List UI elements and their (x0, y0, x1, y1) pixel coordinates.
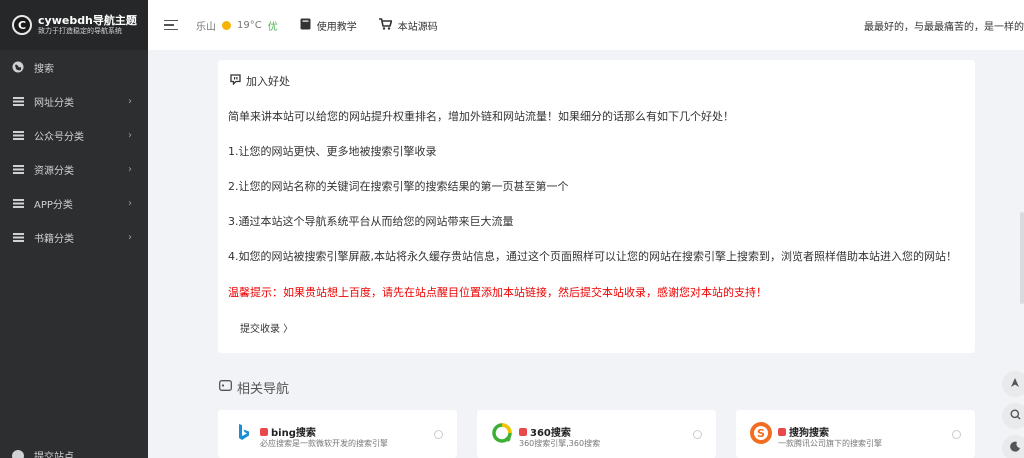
site-name: bing搜索 (260, 424, 316, 439)
sidebar-nav: 搜索 网址分类 › 公众号分类 › 资源分类 › APP分类 › 书籍分类 › (0, 50, 148, 254)
sidebar-item-books[interactable]: 书籍分类 › (0, 220, 148, 254)
sidebar: C cywebdh导航主题 致力于打造稳定的导航系统 搜索 网址分类 › 公众号… (0, 0, 148, 458)
sogou-logo-icon: S (750, 422, 772, 444)
top-header: 乐山 19°C 优 使用教学 本站源码 最最好的，与最最痛苦的，是一样的 (148, 0, 1024, 50)
weather-temp: 19°C (237, 19, 262, 31)
chevron-right-icon: › (128, 197, 132, 209)
menu-bars-icon (12, 231, 24, 243)
svg-text:S: S (757, 427, 765, 440)
sun-icon (222, 20, 231, 30)
site-card-360[interactable]: 360搜索 360搜索引擎,360搜索 (477, 410, 716, 458)
hot-tag-icon (519, 427, 527, 436)
info-icon[interactable] (434, 430, 443, 439)
scroll-indicator[interactable] (1020, 212, 1024, 304)
sidebar-item-label: 提交站点 (34, 452, 74, 458)
brand-logo: C (12, 15, 32, 35)
weather-widget[interactable]: 乐山 19°C 优 (196, 18, 278, 33)
tutorial-link-label: 使用教学 (316, 21, 357, 33)
sidebar-item-resources[interactable]: 资源分类 › (0, 152, 148, 186)
weather-city: 乐山 (196, 21, 216, 33)
search-icon (1010, 409, 1021, 423)
sidebar-item-label: 网址分类 (34, 97, 74, 109)
globe-icon (12, 449, 24, 458)
air-quality: 优 (267, 21, 278, 33)
search-globe-icon (12, 61, 24, 73)
menu-bars-icon (12, 163, 24, 175)
menu-bars-icon (12, 129, 24, 141)
info-icon[interactable] (693, 430, 702, 439)
bing-logo-icon (232, 422, 254, 444)
sidebar-item-label: 书籍分类 (34, 233, 74, 245)
sidebar-item-search[interactable]: 搜索 (0, 50, 148, 84)
header-marquee: 最最好的，与最最痛苦的，是一样的 (864, 21, 1024, 33)
arrow-up-icon (1010, 377, 1020, 391)
benefit-item: 3.通过本站这个导航系统平台从而给您的网站带来巨大流量 (228, 215, 514, 228)
card-title-text: 加入好处 (246, 75, 290, 88)
brand[interactable]: C cywebdh导航主题 致力于打造稳定的导航系统 (0, 0, 148, 50)
moon-icon (1009, 441, 1021, 455)
theme-toggle-button[interactable] (1002, 435, 1024, 458)
benefit-item: 2.让您的网站名称的关键词在搜索引擎的搜索结果的第一页甚至第一个 (228, 180, 569, 193)
chevron-right-icon: › (128, 129, 132, 141)
sidebar-item-submit-site[interactable]: 提交站点 (12, 448, 74, 458)
site-name-text: bing搜索 (271, 428, 316, 439)
360-logo-icon (491, 422, 513, 444)
source-code-link-label: 本站源码 (397, 21, 438, 33)
sidebar-item-wechat[interactable]: 公众号分类 › (0, 118, 148, 152)
site-desc: 360搜索引擎,360搜索 (519, 439, 601, 448)
back-to-top-button[interactable] (1002, 371, 1024, 397)
card-title: 加入好处 (230, 73, 290, 89)
search-button[interactable] (1002, 403, 1024, 429)
menu-bars-icon (12, 197, 24, 209)
site-name-text: 搜狗搜索 (789, 428, 829, 439)
site-name: 搜狗搜索 (778, 424, 829, 439)
sidebar-item-sites[interactable]: 网址分类 › (0, 84, 148, 118)
site-desc: 必应搜索是一款微软开发的搜索引擎 (260, 439, 388, 448)
submit-link[interactable]: 提交收录 〉 (240, 320, 293, 335)
info-icon[interactable] (952, 430, 961, 439)
site-desc: 一款腾讯公司旗下的搜索引擎 (778, 439, 882, 448)
benefits-card: 加入好处 简单来讲本站可以给您的网站提升权重排名，增加外链和网站流量！如果细分的… (218, 60, 975, 353)
hot-tag-icon (260, 427, 268, 436)
book-icon (300, 18, 311, 33)
related-section-title: 相关导航 (219, 378, 289, 397)
menu-toggle-icon[interactable] (164, 19, 178, 31)
source-code-link[interactable]: 本站源码 (378, 17, 438, 33)
tag-icon (219, 380, 232, 395)
site-card-bing[interactable]: bing搜索 必应搜索是一款微软开发的搜索引擎 (218, 410, 457, 458)
cart-icon (378, 17, 393, 33)
sidebar-item-label: 公众号分类 (34, 131, 84, 143)
sidebar-item-label: APP分类 (34, 199, 73, 211)
chat-icon (230, 74, 241, 88)
site-name: 360搜索 (519, 424, 571, 439)
sidebar-item-apps[interactable]: APP分类 › (0, 186, 148, 220)
tutorial-link[interactable]: 使用教学 (300, 18, 357, 33)
hot-tag-icon (778, 427, 786, 436)
sidebar-item-label: 资源分类 (34, 165, 74, 177)
benefit-item: 4.如您的网站被搜索引擎屏蔽,本站将永久缓存贵站信息，通过这个页面照样可以让您的… (228, 250, 957, 263)
related-section-title-text: 相关导航 (237, 382, 290, 397)
menu-bars-icon (12, 95, 24, 107)
site-card-sogou[interactable]: S 搜狗搜索 一款腾讯公司旗下的搜索引擎 (736, 410, 975, 458)
chevron-right-icon: › (128, 231, 132, 243)
brand-title: cywebdh导航主题 (38, 14, 137, 28)
site-name-text: 360搜索 (530, 428, 571, 439)
chevron-right-icon: › (128, 95, 132, 107)
sidebar-item-label: 搜索 (34, 63, 54, 75)
card-intro: 简单来讲本站可以给您的网站提升权重排名，增加外链和网站流量！如果细分的话那么有如… (228, 110, 734, 123)
brand-subtitle: 致力于打造稳定的导航系统 (38, 27, 122, 36)
benefit-item: 1.让您的网站更快、更多地被搜索引擎收录 (228, 145, 437, 158)
chevron-right-icon: › (128, 163, 132, 175)
warning-text: 温馨提示：如果贵站想上百度，请先在站点醒目位置添加本站链接，然后提交本站收录，感… (228, 286, 767, 299)
